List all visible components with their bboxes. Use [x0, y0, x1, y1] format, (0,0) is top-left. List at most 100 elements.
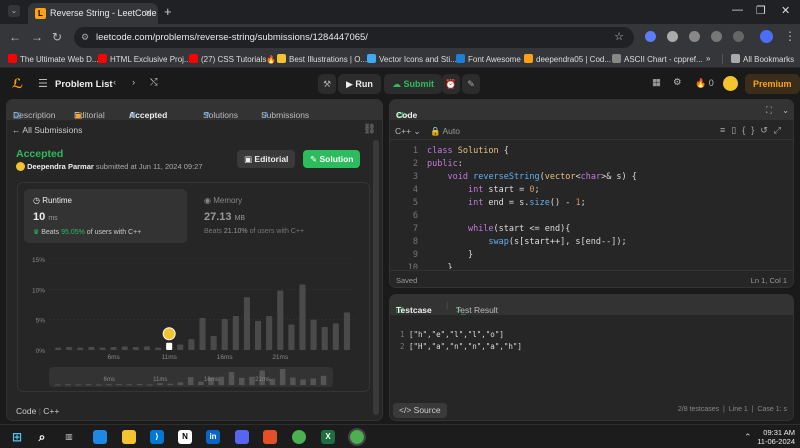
- chart-bar[interactable]: [299, 284, 306, 350]
- new-tab-icon[interactable]: +: [164, 4, 172, 19]
- extension-icon[interactable]: [667, 31, 678, 42]
- extension-icon[interactable]: [711, 31, 722, 42]
- chart-bar[interactable]: [288, 324, 295, 350]
- site-info-icon[interactable]: ⚙: [81, 27, 89, 48]
- notion-icon[interactable]: N: [178, 430, 192, 444]
- bookmark-item[interactable]: HTML Exclusive Proj...: [98, 54, 191, 64]
- chart-bar[interactable]: [310, 319, 317, 350]
- chart-bar[interactable]: [121, 346, 128, 350]
- all-submissions-link[interactable]: ← All Submissions: [12, 125, 82, 135]
- reload-icon[interactable]: ↻: [52, 30, 62, 44]
- chart-bar[interactable]: [232, 316, 239, 350]
- chart-bar-highlight[interactable]: [166, 342, 173, 350]
- testcase-list[interactable]: 1 ["h","e","l","l","o"] 2 ["H","a","n","…: [400, 330, 522, 351]
- chart-bar[interactable]: [321, 326, 328, 350]
- task-view-icon[interactable]: ▥: [62, 430, 76, 444]
- solution-button[interactable]: ✎ Solution: [303, 150, 361, 168]
- chart-bar[interactable]: [132, 346, 139, 350]
- chart-bar[interactable]: [143, 346, 150, 350]
- chart-bar[interactable]: [88, 346, 95, 350]
- chart-bar[interactable]: [199, 317, 206, 350]
- chrome-icon[interactable]: [292, 430, 306, 444]
- chart-bar[interactable]: [177, 344, 184, 350]
- runtime-box[interactable]: ◷ Runtime 10 ms ♛ Beats 95.05% of users …: [24, 189, 187, 243]
- debug-icon[interactable]: ⚒: [318, 74, 336, 94]
- address-bar[interactable]: ⚙ leetcode.com/problems/reverse-string/s…: [74, 27, 634, 48]
- bookmark-icon[interactable]: ▯: [731, 125, 742, 135]
- chart-bar[interactable]: [266, 316, 273, 350]
- chart-bar[interactable]: [155, 347, 162, 350]
- avatar[interactable]: [723, 76, 738, 91]
- extension-icon[interactable]: [645, 31, 656, 42]
- extension-icon[interactable]: [689, 31, 700, 42]
- file-explorer-icon[interactable]: [122, 430, 136, 444]
- app-icon[interactable]: [93, 430, 107, 444]
- collapse-icon[interactable]: ⌄: [782, 105, 789, 116]
- bookmark-item[interactable]: The Ultimate Web D...: [8, 54, 99, 64]
- shuffle-icon[interactable]: ⤭: [150, 77, 158, 88]
- expand-icon[interactable]: ⤢: [774, 125, 787, 135]
- app-icon[interactable]: [263, 430, 277, 444]
- all-bookmarks[interactable]: All Bookmarks: [722, 54, 794, 64]
- maximize-icon[interactable]: ⛶: [766, 105, 772, 116]
- minimize-icon[interactable]: —: [732, 4, 743, 16]
- avatar[interactable]: [760, 30, 773, 43]
- forward-icon[interactable]: →: [31, 30, 43, 44]
- streak-counter[interactable]: 🔥 0: [695, 78, 714, 89]
- bookmark-item[interactable]: ASCII Chart - cppref...: [612, 54, 703, 64]
- user-name[interactable]: Deependra Parmar: [27, 162, 94, 171]
- close-tab-icon[interactable]: ✕: [129, 110, 136, 121]
- bookmark-item[interactable]: Font Awesome: [456, 54, 521, 64]
- browser-tab[interactable]: L Reverse String - LeetCode ✕: [28, 3, 158, 24]
- share-link-icon[interactable]: ⛓: [363, 124, 376, 135]
- search-icon[interactable]: ⌕: [35, 430, 49, 444]
- bookmark-item[interactable]: Vector Icons and Sti...: [367, 54, 457, 64]
- clock[interactable]: 09:31 AM 11-06-2024: [755, 428, 795, 446]
- more-bookmarks-icon[interactable]: »: [706, 54, 710, 63]
- premium-button[interactable]: Premium: [745, 74, 800, 94]
- bookmark-item[interactable]: Best Illustrations | O...: [277, 54, 367, 64]
- chart-bar[interactable]: [243, 297, 250, 350]
- bookmark-item[interactable]: (27) CSS Tutorials🔥...: [189, 54, 283, 64]
- memory-box[interactable]: ◉ Memory 27.13 MB Beats 21.10% of users …: [198, 189, 363, 243]
- menu-kebab-icon[interactable]: ⋮: [784, 29, 796, 43]
- extensions-puzzle-icon[interactable]: [733, 31, 744, 42]
- tray-chevron-icon[interactable]: ⌃: [744, 432, 752, 443]
- settings-icon[interactable]: ⚙: [673, 77, 682, 88]
- chart-bar[interactable]: [110, 346, 117, 350]
- chart-bar[interactable]: [188, 339, 195, 350]
- bookmark-item[interactable]: deependra05 | Cod...: [524, 54, 611, 64]
- windows-start-icon[interactable]: ⊞: [10, 430, 24, 444]
- close-tab-icon[interactable]: ✕: [144, 3, 152, 24]
- chart-bar[interactable]: [277, 290, 284, 350]
- layout-icon[interactable]: ▦: [652, 77, 661, 88]
- vscode-icon[interactable]: ⟩: [150, 430, 164, 444]
- back-icon[interactable]: ←: [9, 30, 21, 44]
- editorial-button[interactable]: ▣ Editorial: [237, 150, 296, 168]
- bookmark-star-icon[interactable]: ☆: [614, 27, 624, 48]
- chart-bar[interactable]: [77, 347, 84, 350]
- prev-problem-icon[interactable]: ‹: [113, 77, 116, 88]
- notes-icon[interactable]: ✎: [462, 74, 480, 94]
- reset-icon[interactable]: ↺: [760, 125, 774, 135]
- format-icon[interactable]: ≡: [720, 125, 731, 135]
- chart-bar[interactable]: [343, 312, 350, 350]
- run-button[interactable]: ▶ Run: [338, 74, 381, 94]
- chart-bar[interactable]: [221, 319, 228, 350]
- source-button[interactable]: </> Source: [393, 403, 447, 418]
- language-select[interactable]: C++ ⌄: [395, 126, 421, 137]
- timer-icon[interactable]: ⏰: [442, 74, 460, 94]
- problem-list-link[interactable]: Problem List: [55, 79, 113, 90]
- linkedin-icon[interactable]: in: [206, 430, 220, 444]
- tab-search-icon[interactable]: ⌄: [8, 5, 20, 17]
- close-window-icon[interactable]: ✕: [781, 4, 790, 17]
- chrome-active-icon[interactable]: [348, 428, 366, 446]
- chart-bar[interactable]: [210, 336, 217, 350]
- next-problem-icon[interactable]: ›: [132, 77, 135, 88]
- chart-bar[interactable]: [255, 320, 262, 350]
- auto-mode[interactable]: 🔒 Auto: [430, 126, 460, 137]
- chart-bar[interactable]: [332, 323, 339, 350]
- scrollbar[interactable]: [373, 140, 379, 415]
- restore-icon[interactable]: ❐: [756, 4, 766, 17]
- chart-bar[interactable]: [99, 347, 106, 350]
